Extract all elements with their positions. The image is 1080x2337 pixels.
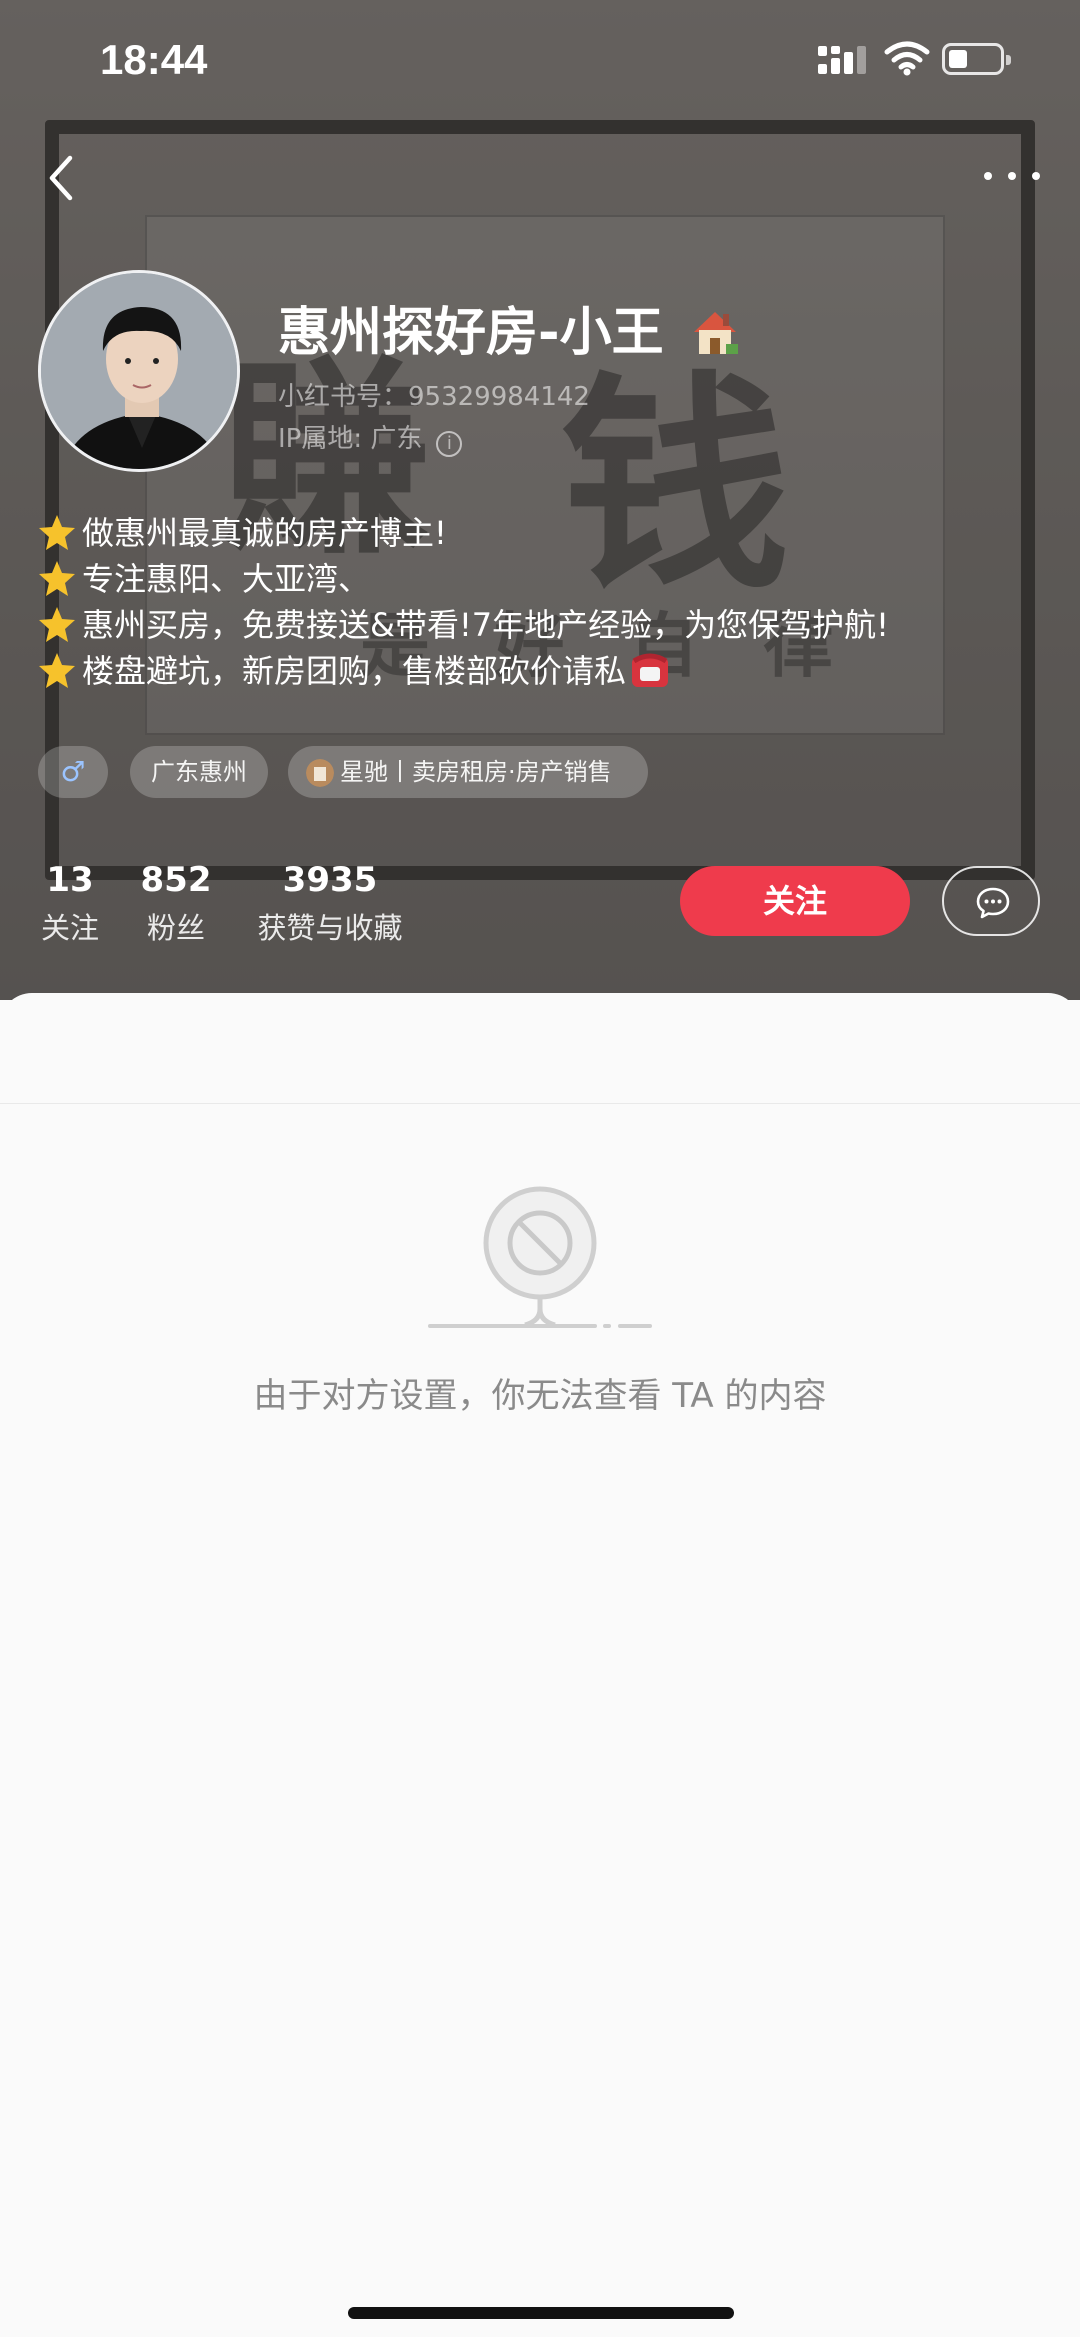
chat-bubble-icon	[976, 887, 1010, 919]
gender-tag: ♂	[38, 746, 108, 798]
tab-divider	[0, 1103, 1080, 1104]
ip-location: IP属地: 广东 i	[278, 418, 463, 457]
follow-button[interactable]: 关注	[680, 866, 910, 936]
bio-line: 专注惠阳、大亚湾、	[38, 556, 1048, 602]
wifi-icon	[884, 41, 930, 76]
avatar[interactable]	[38, 270, 240, 472]
house-emoji-icon	[693, 312, 738, 354]
star-emoji-icon	[39, 607, 75, 642]
star-emoji-icon	[39, 653, 75, 688]
red-id: 小红书号：95329984142	[278, 382, 590, 412]
stat-followers[interactable]: 852 粉丝	[130, 858, 222, 950]
status-bar: 18:44	[0, 0, 1080, 120]
star-emoji-icon	[39, 561, 75, 596]
more-dots-icon[interactable]	[980, 160, 1050, 184]
message-button[interactable]	[942, 866, 1040, 936]
profile-bio: 做惠州最真诚的房产博主! 专注惠阳、大亚湾、 惠州买房，免费接送&带看!7年地产…	[38, 510, 1048, 694]
bio-line: 楼盘避坑，新房团购，售楼部砍价请私	[38, 648, 1048, 694]
content-area: 由于对方设置，你无法查看 TA 的内容	[0, 993, 1080, 2337]
empty-state-message: 由于对方设置，你无法查看 TA 的内容	[253, 1376, 827, 1416]
bio-line: 惠州买房，免费接送&带看!7年地产经验，为您保驾护航!	[38, 602, 1048, 648]
back-chevron-icon[interactable]	[42, 148, 82, 208]
star-emoji-icon	[39, 515, 75, 550]
location-tag: 广东惠州	[130, 746, 268, 798]
cellular-signal-icon	[818, 46, 866, 74]
battery-icon	[942, 43, 1011, 75]
company-logo-icon	[306, 759, 334, 787]
info-icon[interactable]: i	[436, 431, 463, 457]
home-indicator[interactable]	[348, 2307, 734, 2319]
stat-likes-collects[interactable]: 3935 获赞与收藏	[248, 858, 412, 950]
bio-line: 做惠州最真诚的房产博主!	[38, 510, 1048, 556]
avatar-portrait	[41, 273, 237, 469]
profile-name: 惠州探好房-小王	[278, 290, 742, 365]
status-time: 18:44	[100, 36, 208, 83]
profile-header: 賺 钱 是 好 自 律 18:44 惠州探好房-小王 小红书号：95329984…	[0, 0, 1080, 1000]
blocked-content-icon	[428, 1186, 652, 1328]
job-tag[interactable]: 星驰丨卖房租房·房产销售	[288, 746, 648, 798]
stat-following[interactable]: 13 关注	[30, 858, 110, 950]
telephone-emoji-icon	[632, 653, 669, 687]
